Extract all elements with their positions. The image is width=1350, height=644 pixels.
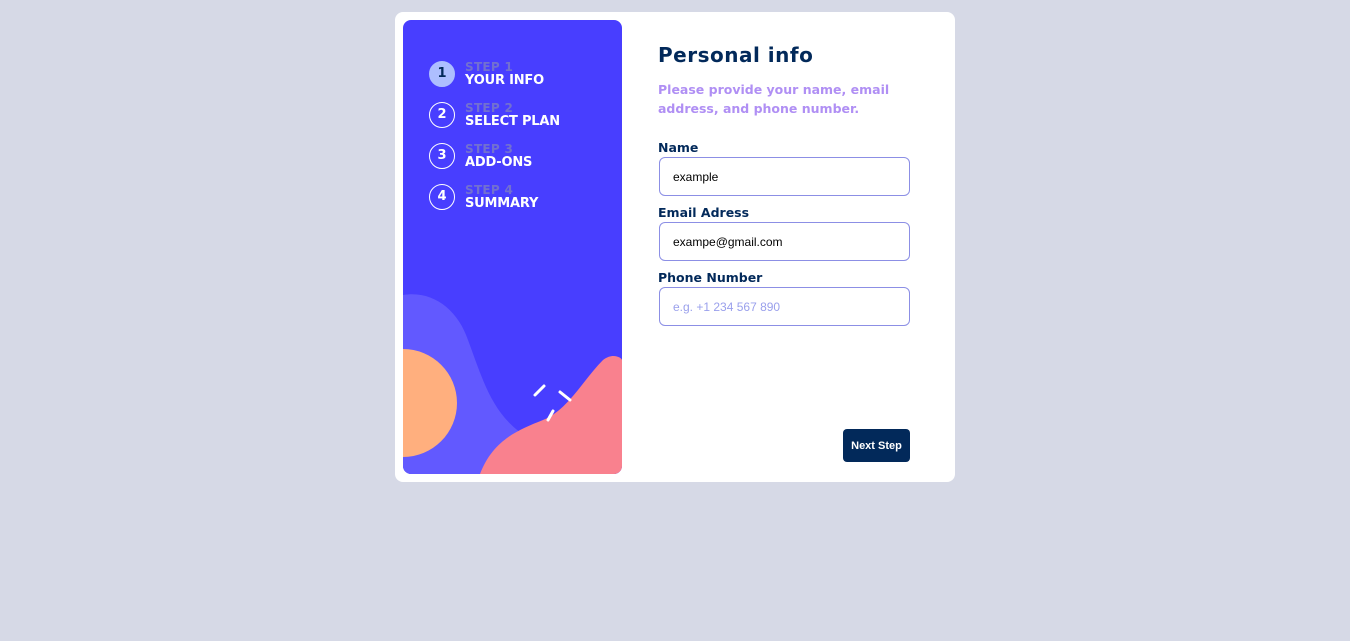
step-label: STEP 1	[465, 59, 514, 74]
email-field[interactable]	[659, 222, 910, 261]
step-number-badge: 1	[429, 60, 455, 87]
step-number-badge: 3	[429, 142, 455, 169]
sparkle-stroke	[533, 384, 546, 397]
page-title: Personal info	[658, 43, 814, 67]
name-field[interactable]	[659, 157, 910, 196]
email-label: Email Adress	[658, 205, 750, 220]
form-panel: Personal info Please provide your name, …	[658, 12, 918, 482]
step-sidebar: 1 STEP 1 YOUR INFO 2 STEP 2 SELECT PLAN …	[403, 20, 622, 474]
step-item-summary[interactable]: 4 STEP 4 SUMMARY	[429, 176, 560, 217]
step-title: YOUR INFO	[465, 72, 544, 88]
step-item-select-plan[interactable]: 2 STEP 2 SELECT PLAN	[429, 94, 560, 135]
phone-label: Phone Number	[658, 270, 763, 285]
step-title: SELECT PLAN	[465, 113, 560, 129]
step-list: 1 STEP 1 YOUR INFO 2 STEP 2 SELECT PLAN …	[429, 53, 560, 217]
step-item-your-info[interactable]: 1 STEP 1 YOUR INFO	[429, 53, 560, 94]
sparkle-stroke	[558, 390, 572, 402]
step-label: STEP 4	[465, 182, 514, 197]
page-subtitle: Please provide your name, email address,…	[658, 82, 890, 116]
step-number-badge: 4	[429, 183, 455, 210]
step-number-badge: 2	[429, 101, 455, 128]
form-card: 1 STEP 1 YOUR INFO 2 STEP 2 SELECT PLAN …	[395, 12, 955, 482]
step-label: STEP 3	[465, 141, 514, 156]
next-step-button[interactable]: Next Step	[843, 429, 910, 462]
step-title: SUMMARY	[465, 195, 539, 211]
name-label: Name	[658, 140, 699, 155]
phone-field[interactable]	[659, 287, 910, 326]
step-item-add-ons[interactable]: 3 STEP 3 ADD-ONS	[429, 135, 560, 176]
step-title: ADD-ONS	[465, 154, 533, 170]
step-label: STEP 2	[465, 100, 514, 115]
